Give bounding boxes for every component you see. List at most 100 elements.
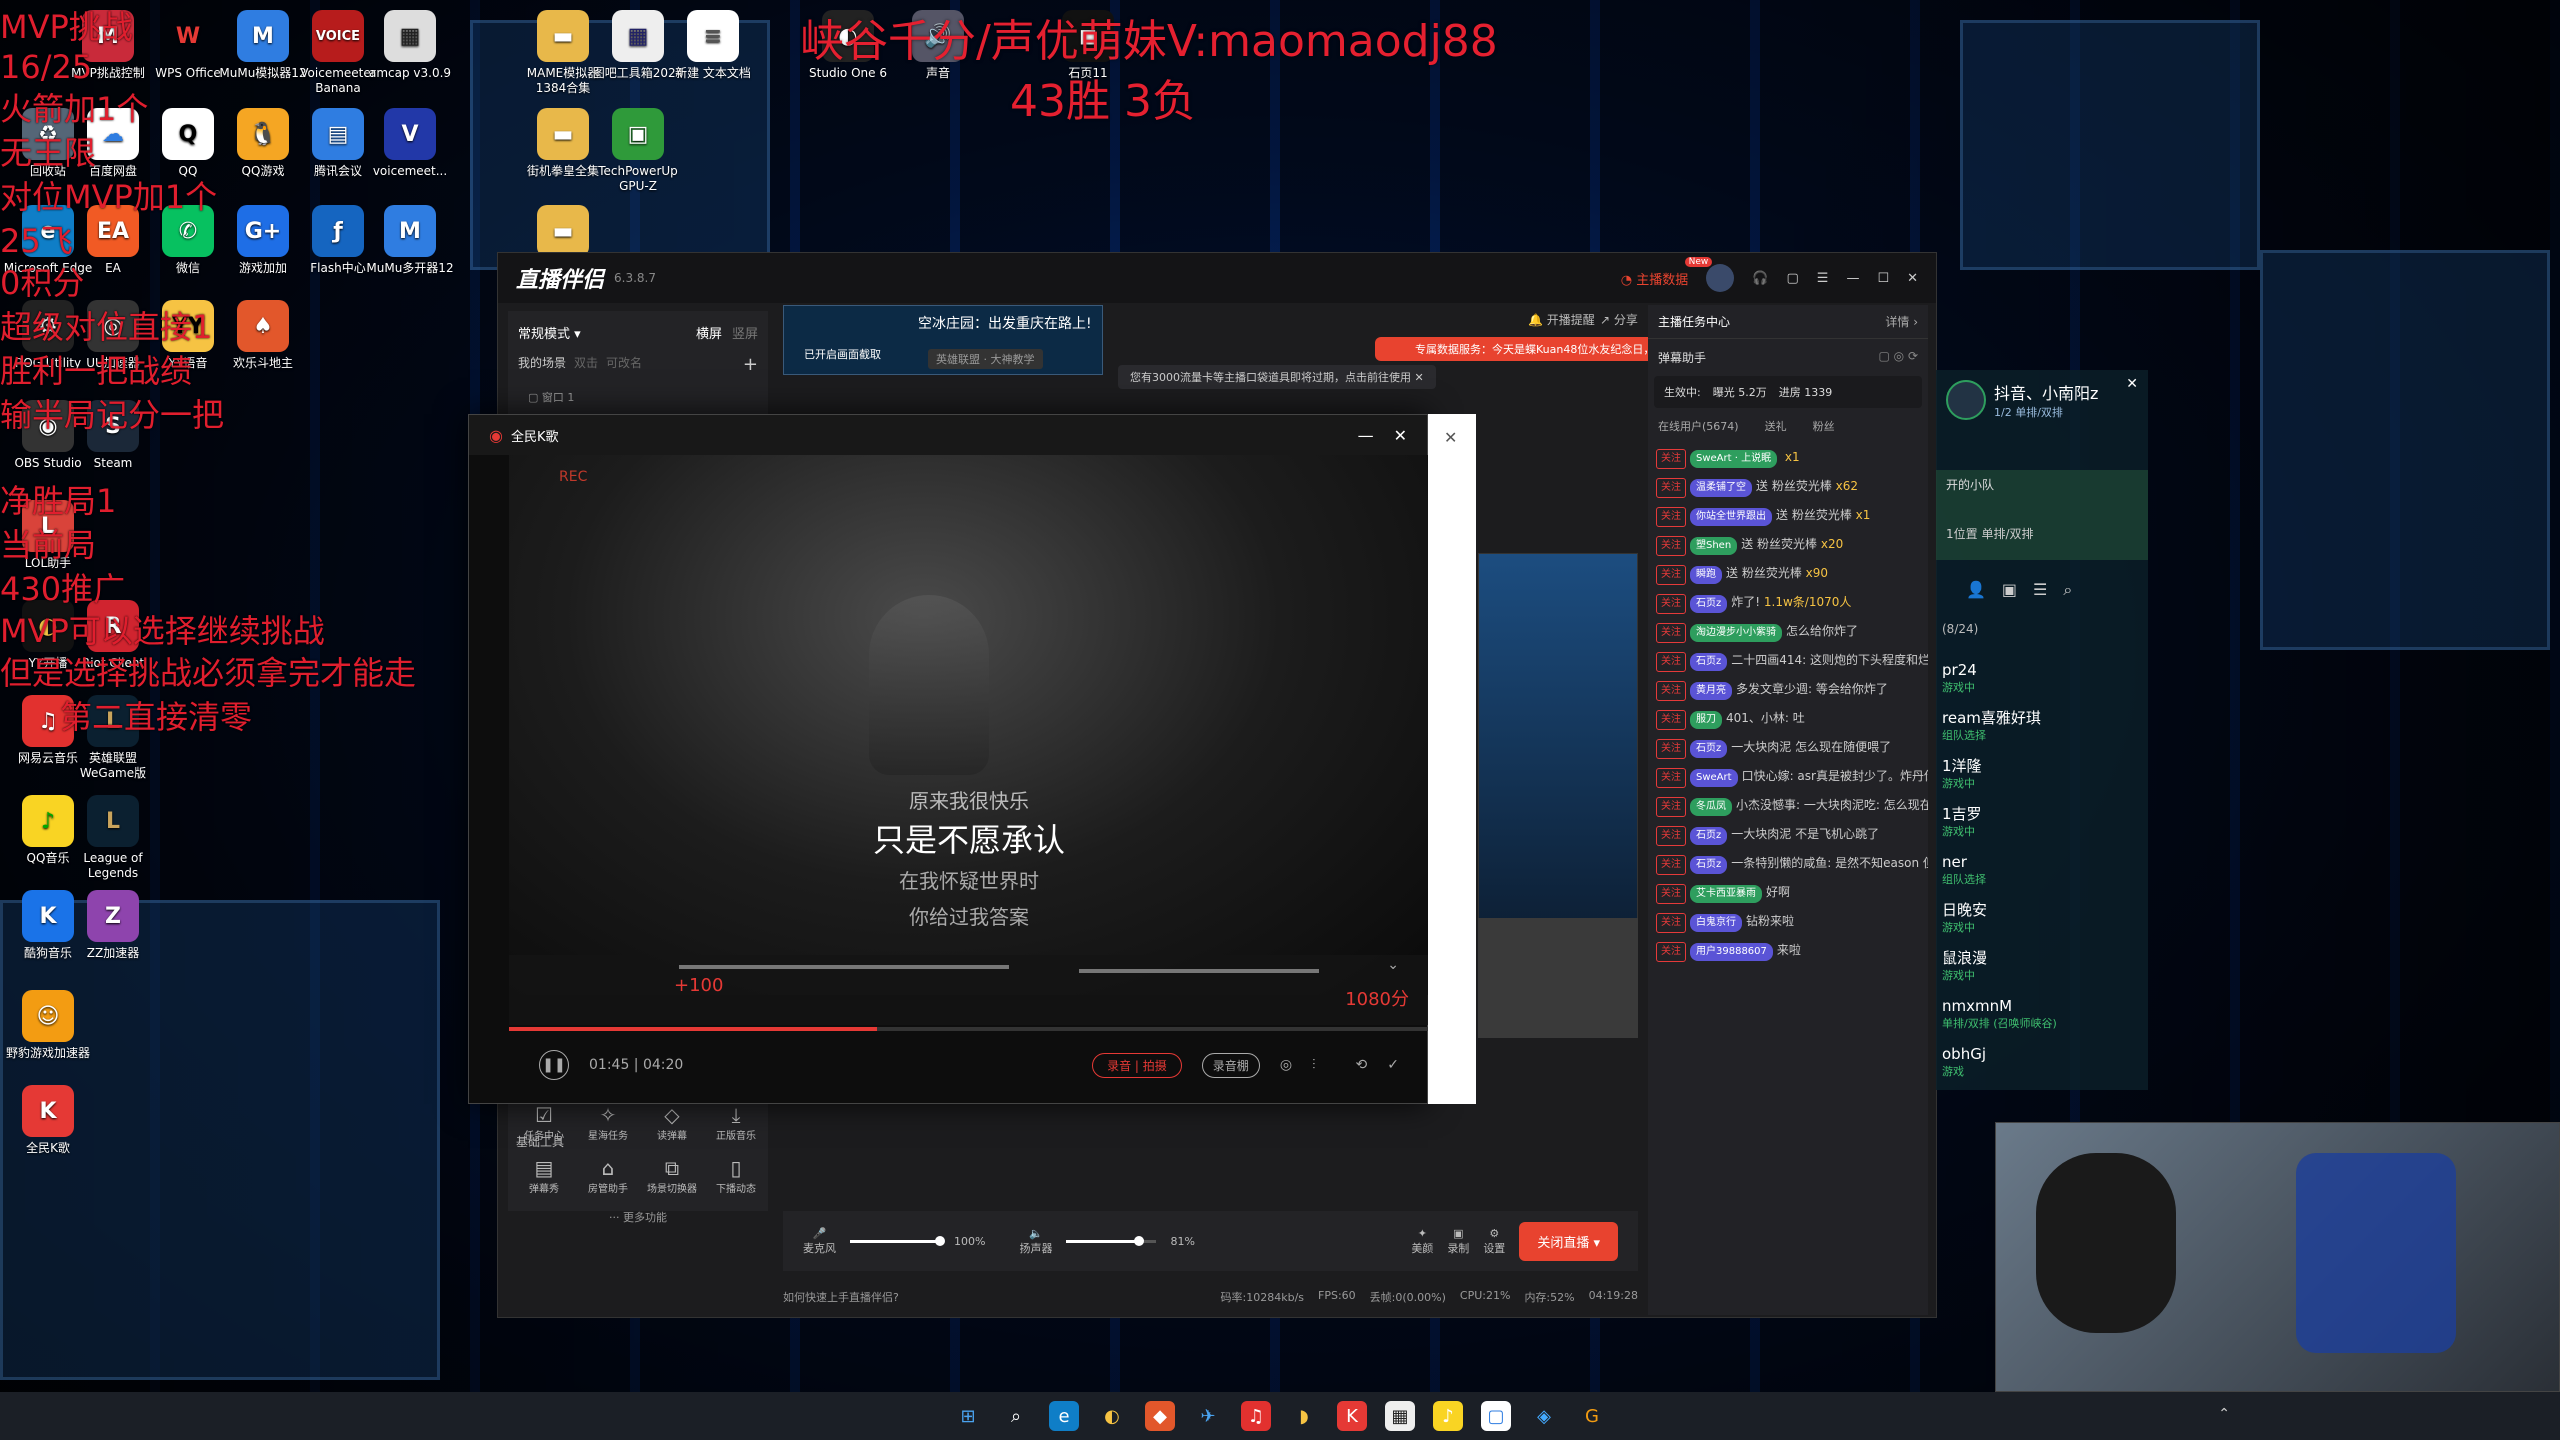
camera-icon[interactable]: ◎ xyxy=(1280,1057,1292,1073)
app-icon[interactable]: ▢ xyxy=(1481,1401,1511,1431)
check-icon[interactable]: ✓ xyxy=(1387,1057,1399,1073)
app-icon[interactable]: ◆ xyxy=(1145,1401,1175,1431)
end-live-button[interactable]: 关闭直播 ▾ xyxy=(1519,1221,1618,1261)
app-icon[interactable]: ✈ xyxy=(1193,1401,1223,1431)
avatar[interactable] xyxy=(1706,264,1735,292)
screen-icon[interactable]: ▢ xyxy=(1786,271,1798,286)
speaker-button[interactable]: 🔈 扬声器 xyxy=(1019,1227,1052,1256)
minimize-icon[interactable]: — xyxy=(1846,271,1859,286)
chevron-down-icon[interactable]: ⌄ xyxy=(1387,957,1399,973)
pause-icon[interactable]: ❚❚ xyxy=(539,1050,569,1080)
add-friend-icon[interactable]: 👤 xyxy=(1966,580,1986,600)
chat-message[interactable]: 关注 白鬼京行 钻粉来啦 xyxy=(1648,908,1928,937)
record-mode-toggle[interactable]: 录音 | 拍摄 xyxy=(1092,1052,1182,1078)
desktop-icon[interactable]: ♠ 欢乐斗地主 xyxy=(215,300,311,371)
chat-message[interactable]: 关注石页z一条特别懒的咸鱼: 是然不知eason 但却是可以 xyxy=(1648,850,1928,879)
tab-fans[interactable]: 粉丝 xyxy=(1813,418,1835,434)
desktop-icon[interactable]: L League of Legends xyxy=(65,795,161,881)
friend-item[interactable]: nmxmnM 单排/双排 (召唤师峡谷) xyxy=(1942,991,2142,1039)
chat-message[interactable]: 关注 石页z 一大块肉泥 怎么现在随便喂了 xyxy=(1648,734,1928,763)
chat-message[interactable]: 关注 用户39888607 来啦 xyxy=(1648,937,1928,966)
desktop-icon[interactable]: Vvoicemeet... xyxy=(362,108,458,179)
desktop-icon[interactable]: ▦ amcap v3.0.9 xyxy=(362,10,458,81)
windows-start-icon[interactable]: ⊞ xyxy=(953,1401,983,1431)
friend-item[interactable]: 1吉罗 游戏中 xyxy=(1942,799,2142,847)
close-icon[interactable]: ✕ xyxy=(1394,426,1407,445)
search-icon[interactable]: ⌕ xyxy=(2063,580,2072,600)
chat-message[interactable]: 关注 温柔铺了空送 粉丝荧光棒 x62 xyxy=(1648,473,1928,502)
tab-online[interactable]: 在线用户(5674) xyxy=(1658,418,1739,434)
friend-item[interactable]: obhGj 游戏 xyxy=(1942,1039,2142,1087)
list-icon[interactable]: ☰ xyxy=(2033,580,2047,600)
details-link[interactable]: 详情 › xyxy=(1885,313,1918,330)
share-button[interactable]: ↗ 分享 xyxy=(1600,311,1638,328)
chat-message[interactable]: 关注 瞬跑送 粉丝荧光棒 x90 xyxy=(1648,560,1928,589)
live-category[interactable]: 英雄联盟 · 大神教学 xyxy=(928,349,1043,369)
tab-gifts[interactable]: 送礼 xyxy=(1765,418,1787,434)
app-icon[interactable]: G xyxy=(1577,1401,1607,1431)
chat-message[interactable]: 关注 服刀 401、小林: 吐 xyxy=(1648,705,1928,734)
chat-message[interactable]: 关注 淘边漫步小小紫骑 怎么给你炸了 xyxy=(1648,618,1928,647)
tool-barrage-show[interactable]: ▤ 弹幕秀 xyxy=(514,1156,574,1195)
friend-item[interactable]: 1洋隆 游戏中 xyxy=(1942,751,2142,799)
friend-item[interactable]: pr24 游戏中 xyxy=(1942,655,2142,703)
tool-scene-switch[interactable]: ⧉ 场景切换器 xyxy=(642,1156,702,1195)
desktop-icon[interactable]: ≡ 新建 文本文档 xyxy=(665,10,761,81)
desktop-icon[interactable]: Z ZZ加速器 xyxy=(65,890,161,961)
app-icon[interactable]: ◈ xyxy=(1529,1401,1559,1431)
tool-music[interactable]: ⤓ 正版音乐 xyxy=(706,1103,766,1142)
friend-item[interactable]: ner 组队选择 xyxy=(1942,847,2142,895)
edge-icon[interactable]: e xyxy=(1049,1401,1079,1431)
mode-portrait-tab[interactable]: 竖屏 xyxy=(732,323,758,342)
friend-item[interactable]: 日晚安 游戏中 xyxy=(1942,895,2142,943)
song-progress[interactable] xyxy=(509,1027,1429,1031)
search-icon[interactable]: ⌕ xyxy=(1001,1401,1031,1431)
kge-icon[interactable]: K xyxy=(1337,1401,1367,1431)
friend-item[interactable]: ream喜雅好琪 组队选择 xyxy=(1942,703,2142,751)
maximize-icon[interactable]: ☐ xyxy=(1877,271,1889,286)
netease-music-icon[interactable]: ♫ xyxy=(1241,1401,1271,1431)
minimize-icon[interactable]: — xyxy=(1358,426,1374,445)
desktop-icon[interactable]: M MuMu多开器12 xyxy=(362,205,458,276)
desktop-icon[interactable]: K 全民K歌 xyxy=(0,1085,96,1156)
friend-item[interactable]: 鼠浪漫 游戏中 xyxy=(1942,943,2142,991)
live-remind-button[interactable]: 🔔 开播提醒 xyxy=(1528,311,1595,328)
tool-task-center[interactable]: ☑ 任务中心 xyxy=(514,1103,574,1142)
mode-select[interactable]: 常规模式 ▾ xyxy=(518,323,581,342)
chat-message[interactable]: 关注石页z二十四画414: 这则炮的下头程度和烂处物有的一拼了 xyxy=(1648,647,1928,676)
tool-star-task[interactable]: ✧ 星海任务 xyxy=(578,1103,638,1142)
desktop-icon[interactable]: ☺ 野豹游戏加速器 xyxy=(0,990,96,1061)
repeat-icon[interactable]: ⟲ xyxy=(1356,1057,1368,1073)
qq-music-icon[interactable]: ♪ xyxy=(1433,1401,1463,1431)
beauty-button[interactable]: ✦ 美颜 xyxy=(1411,1227,1433,1256)
desktop-icon[interactable]: ▣ TechPowerUp GPU-Z xyxy=(590,108,686,194)
settings-button[interactable]: ⚙ 设置 xyxy=(1483,1227,1505,1256)
chat-message[interactable]: 关注 艾卡西亚暴雨 好啊 xyxy=(1648,879,1928,908)
close-icon[interactable]: ✕ xyxy=(1907,271,1918,286)
app-icon[interactable]: ◗ xyxy=(1289,1401,1319,1431)
equalizer-icon[interactable]: ⫶ xyxy=(1312,1057,1316,1073)
chat-message[interactable]: 关注 黄月亮 多发文章少週: 等会给你炸了 xyxy=(1648,676,1928,705)
gallery-icon[interactable]: ▣ xyxy=(2002,580,2017,600)
studio-button[interactable]: 录音棚 xyxy=(1201,1052,1260,1078)
tool-offline-dynamic[interactable]: ▯ 下播动态 xyxy=(706,1156,766,1195)
tool-read-barrage[interactable]: ◇ 读弹幕 xyxy=(642,1103,702,1142)
expire-notice[interactable]: 您有3000流量卡等主播口袋道具即将过期，点击前往使用 ✕ xyxy=(1118,365,1436,389)
live-title[interactable]: 空冰庄园：出发重庆在路上! xyxy=(918,313,1092,333)
chat-message[interactable]: 关注 塑Shen 送 粉丝荧光棒 x20 xyxy=(1648,531,1928,560)
mode-landscape-tab[interactable]: 横屏 xyxy=(696,323,722,342)
amcap-icon[interactable]: ▦ xyxy=(1385,1401,1415,1431)
tool-room-admin[interactable]: ⌂ 房管助手 xyxy=(578,1156,638,1195)
chat-message[interactable]: 关注 石页z 炸了! 1.1w条/1070人 xyxy=(1648,589,1928,618)
speaker-slider[interactable] xyxy=(1066,1235,1157,1246)
chat-message[interactable]: 关注冬瓜凤小杰没憾事: 一大块肉泥吃: 怎么现在随便喂了 xyxy=(1648,792,1928,821)
help-link[interactable]: 如何快速上手直播伴侣? xyxy=(783,1289,899,1305)
close-icon[interactable]: ✕ xyxy=(1444,428,1457,447)
chat-message[interactable]: 关注 你站全世界跟出送 粉丝荧光棒 x1 xyxy=(1648,502,1928,531)
chat-message[interactable]: 关注SweArt口快心嫁: asr真是被封少了。炸丹你的个，200色丸来了 xyxy=(1648,763,1928,792)
yy-icon[interactable]: ◐ xyxy=(1097,1401,1127,1431)
mic-slider[interactable] xyxy=(850,1235,945,1246)
close-icon[interactable]: ✕ xyxy=(2126,376,2138,392)
more-features[interactable]: ··· 更多功能 xyxy=(508,1209,768,1225)
record-button[interactable]: ▣ 录制 xyxy=(1447,1227,1469,1256)
